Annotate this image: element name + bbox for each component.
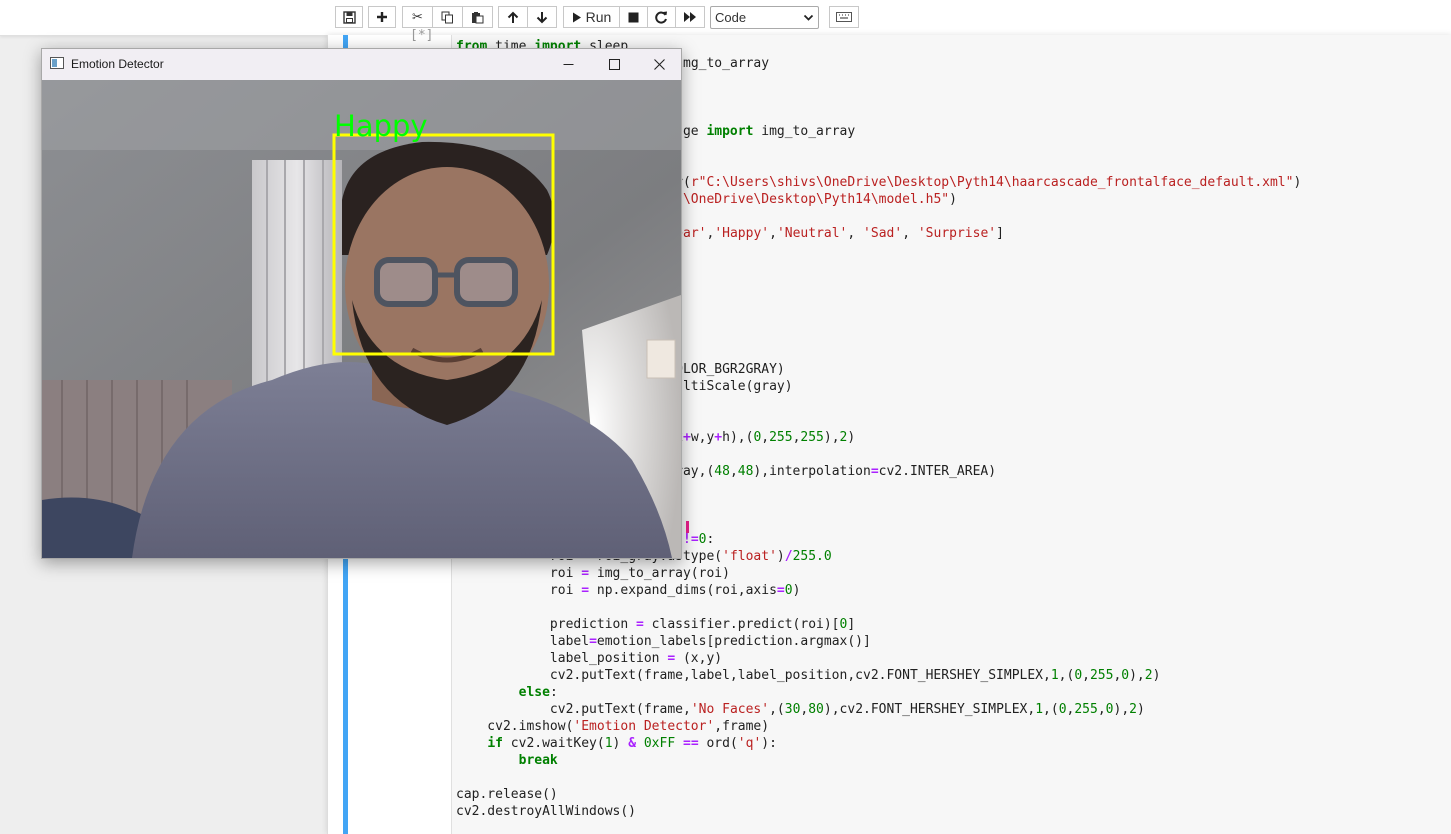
insert-cell-button[interactable] [368, 6, 396, 28]
code-line: if cv2.waitKey(1) & 0xFF == ord('q'): [487, 736, 777, 751]
code-line: cv2.destroyAllWindows() [456, 804, 637, 819]
restart-icon [655, 11, 667, 23]
save-icon [342, 10, 356, 24]
arrow-down-icon [536, 11, 548, 23]
minimize-icon [563, 64, 573, 65]
scissors-icon: ✂ [412, 9, 423, 25]
code-line: label_position = (x,y) [456, 651, 723, 666]
window-title: Emotion Detector [71, 57, 164, 71]
code-line: prediction = classifier.predict(roi)[0] [456, 617, 856, 632]
stop-icon [628, 12, 639, 22]
code-line: label=emotion_labels[prediction.argmax()… [456, 634, 871, 649]
move-up-button[interactable] [498, 6, 528, 28]
chevron-down-icon [803, 14, 814, 21]
close-icon [653, 59, 665, 70]
run-button[interactable]: Run [563, 6, 620, 28]
webcam-image: Happy [42, 80, 681, 558]
code-line: cv2.putText(frame,'No Faces',(30,80),cv2… [456, 702, 1145, 717]
arrow-up-icon [507, 11, 519, 23]
code-line: break [518, 753, 558, 768]
close-button[interactable] [636, 49, 682, 80]
fast-forward-icon [684, 12, 696, 22]
cell-type-select[interactable]: Code [710, 6, 819, 29]
window-title-bar[interactable]: Emotion Detector [42, 49, 681, 80]
cell-type-value: Code [715, 10, 747, 25]
paste-button[interactable] [462, 6, 493, 28]
run-label: Run [585, 9, 612, 25]
command-palette-button[interactable] [829, 6, 859, 28]
emotion-label: Happy [334, 109, 428, 143]
copy-icon [441, 11, 453, 23]
cell-prompt: [*] [410, 28, 434, 43]
paste-icon [472, 11, 484, 23]
restart-button[interactable] [647, 6, 676, 28]
text-cursor [686, 521, 689, 533]
code-line: roi = np.expand_dims(roi,axis=0) [456, 583, 801, 598]
copy-button[interactable] [432, 6, 463, 28]
restart-run-all-button[interactable] [675, 6, 705, 28]
code-line: else: [518, 685, 558, 700]
code-line: cap.release() [456, 787, 558, 802]
notebook-toolbar: ✂ Run Code [0, 0, 1451, 36]
save-button[interactable] [335, 6, 363, 28]
interrupt-button[interactable] [619, 6, 648, 28]
cut-button[interactable]: ✂ [402, 6, 433, 28]
emotion-detector-window[interactable]: Emotion Detector Happy [41, 48, 682, 559]
plus-icon [377, 12, 387, 22]
move-down-button[interactable] [527, 6, 557, 28]
maximize-button[interactable] [591, 49, 637, 80]
minimize-button[interactable] [545, 49, 591, 80]
maximize-icon [608, 59, 620, 70]
code-line: cv2.imshow('Emotion Detector',frame) [456, 719, 770, 734]
code-line: cv2.putText(frame,label,label_position,c… [456, 668, 1161, 683]
code-line: roi = img_to_array(roi) [456, 566, 730, 581]
app-window-icon [50, 57, 64, 69]
webcam-frame: Happy [42, 80, 681, 558]
play-icon [572, 12, 581, 22]
keyboard-icon [836, 12, 852, 22]
